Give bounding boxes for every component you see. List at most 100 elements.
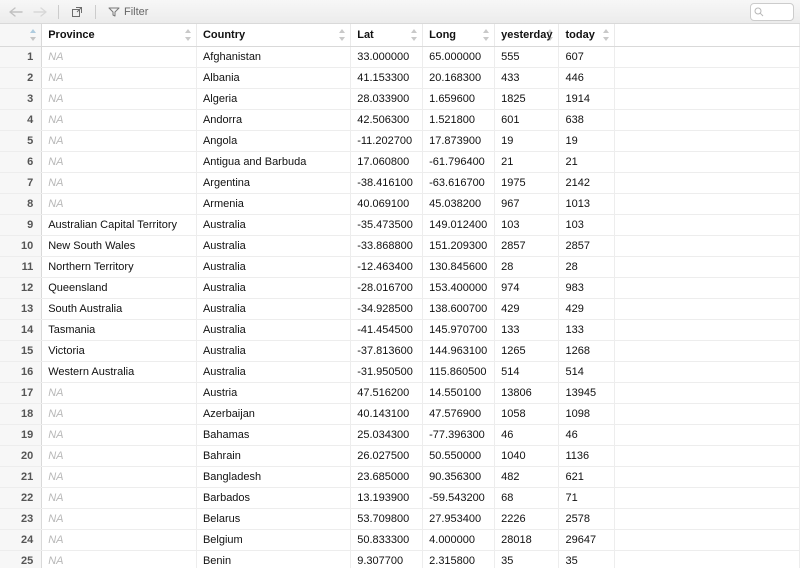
cell-yesterday: 68 xyxy=(495,487,559,508)
cell-long: 115.860500 xyxy=(423,361,495,382)
table-row[interactable]: 22NABarbados13.193900-59.5432006871 xyxy=(0,487,800,508)
search-input[interactable] xyxy=(750,3,794,21)
cell-yesterday: 1058 xyxy=(495,403,559,424)
table-row[interactable]: 8NAArmenia40.06910045.0382009671013 xyxy=(0,193,800,214)
sort-icon xyxy=(603,29,611,41)
cell-pad xyxy=(615,361,800,382)
cell-long: 47.576900 xyxy=(423,403,495,424)
cell-yesterday: 133 xyxy=(495,319,559,340)
col-header-lat[interactable]: Lat xyxy=(351,24,423,46)
cell-long: 144.963100 xyxy=(423,340,495,361)
table-row[interactable]: 12QueenslandAustralia-28.016700153.40000… xyxy=(0,277,800,298)
col-header-long[interactable]: Long xyxy=(423,24,495,46)
cell-pad xyxy=(615,214,800,235)
cell-province: NA xyxy=(42,193,197,214)
cell-today: 21 xyxy=(559,151,615,172)
table-row[interactable]: 11Northern TerritoryAustralia-12.4634001… xyxy=(0,256,800,277)
table-row[interactable]: 25NABenin9.3077002.3158003535 xyxy=(0,550,800,568)
cell-today: 446 xyxy=(559,67,615,88)
col-header-yesterday[interactable]: yesterday xyxy=(495,24,559,46)
cell-province: Australian Capital Territory xyxy=(42,214,197,235)
table-row[interactable]: 9Australian Capital TerritoryAustralia-3… xyxy=(0,214,800,235)
na-value: NA xyxy=(48,72,63,84)
na-value: NA xyxy=(48,177,63,189)
table-row[interactable]: 23NABelarus53.70980027.95340022262578 xyxy=(0,508,800,529)
cell-country: Andorra xyxy=(196,109,350,130)
table-row[interactable]: 15VictoriaAustralia-37.813600144.9631001… xyxy=(0,340,800,361)
data-grid[interactable]: Province Country Lat Long yesterday toda… xyxy=(0,24,800,568)
cell-province: NA xyxy=(42,130,197,151)
col-header-country[interactable]: Country xyxy=(196,24,350,46)
cell-pad xyxy=(615,487,800,508)
sort-icon xyxy=(339,29,347,41)
cell-country: Belgium xyxy=(196,529,350,550)
cell-long: 138.600700 xyxy=(423,298,495,319)
cell-lat: 40.069100 xyxy=(351,193,423,214)
cell-long: 149.012400 xyxy=(423,214,495,235)
table-row[interactable]: 1NAAfghanistan33.00000065.000000555607 xyxy=(0,46,800,67)
forward-button[interactable] xyxy=(30,3,50,21)
table-row[interactable]: 4NAAndorra42.5063001.521800601638 xyxy=(0,109,800,130)
col-header-today[interactable]: today xyxy=(559,24,615,46)
table-row[interactable]: 6NAAntigua and Barbuda17.060800-61.79640… xyxy=(0,151,800,172)
cell-yesterday: 103 xyxy=(495,214,559,235)
toolbar-separator xyxy=(58,5,59,19)
cell-country: Australia xyxy=(196,340,350,361)
cell-country: Barbados xyxy=(196,487,350,508)
table-row[interactable]: 21NABangladesh23.68500090.356300482621 xyxy=(0,466,800,487)
cell-lat: 17.060800 xyxy=(351,151,423,172)
table-row[interactable]: 3NAAlgeria28.0339001.65960018251914 xyxy=(0,88,800,109)
cell-today: 429 xyxy=(559,298,615,319)
table-row[interactable]: 20NABahrain26.02750050.55000010401136 xyxy=(0,445,800,466)
table-row[interactable]: 17NAAustria47.51620014.5501001380613945 xyxy=(0,382,800,403)
row-number: 8 xyxy=(0,193,42,214)
cell-pad xyxy=(615,46,800,67)
cell-pad xyxy=(615,529,800,550)
row-number: 16 xyxy=(0,361,42,382)
table-row[interactable]: 2NAAlbania41.15330020.168300433446 xyxy=(0,67,800,88)
table-row[interactable]: 7NAArgentina-38.416100-63.61670019752142 xyxy=(0,172,800,193)
col-header-rownum[interactable] xyxy=(0,24,42,46)
cell-long: 130.845600 xyxy=(423,256,495,277)
cell-yesterday: 46 xyxy=(495,424,559,445)
table-row[interactable]: 18NAAzerbaijan40.14310047.57690010581098 xyxy=(0,403,800,424)
row-number: 21 xyxy=(0,466,42,487)
row-number: 23 xyxy=(0,508,42,529)
table-row[interactable]: 16Western AustraliaAustralia-31.95050011… xyxy=(0,361,800,382)
cell-today: 514 xyxy=(559,361,615,382)
filter-button[interactable]: Filter xyxy=(104,6,152,18)
cell-yesterday: 21 xyxy=(495,151,559,172)
cell-yesterday: 429 xyxy=(495,298,559,319)
cell-pad xyxy=(615,445,800,466)
cell-country: Australia xyxy=(196,256,350,277)
cell-yesterday: 28 xyxy=(495,256,559,277)
cell-today: 103 xyxy=(559,214,615,235)
cell-pad xyxy=(615,508,800,529)
cell-long: 17.873900 xyxy=(423,130,495,151)
cell-yesterday: 482 xyxy=(495,466,559,487)
table-row[interactable]: 5NAAngola-11.20270017.8739001919 xyxy=(0,130,800,151)
cell-pad xyxy=(615,277,800,298)
na-value: NA xyxy=(48,114,63,126)
table-row[interactable]: 14TasmaniaAustralia-41.454500145.9707001… xyxy=(0,319,800,340)
cell-long: 145.970700 xyxy=(423,319,495,340)
table-row[interactable]: 10New South WalesAustralia-33.868800151.… xyxy=(0,235,800,256)
cell-lat: -38.416100 xyxy=(351,172,423,193)
table-row[interactable]: 24NABelgium50.8333004.0000002801829647 xyxy=(0,529,800,550)
table-row[interactable]: 19NABahamas25.034300-77.3963004646 xyxy=(0,424,800,445)
cell-lat: -12.463400 xyxy=(351,256,423,277)
table-row[interactable]: 13South AustraliaAustralia-34.928500138.… xyxy=(0,298,800,319)
row-number: 5 xyxy=(0,130,42,151)
col-header-province[interactable]: Province xyxy=(42,24,197,46)
col-label: yesterday xyxy=(501,29,552,41)
cell-province: NA xyxy=(42,445,197,466)
back-button[interactable] xyxy=(6,3,26,21)
cell-long: 2.315800 xyxy=(423,550,495,568)
row-number: 9 xyxy=(0,214,42,235)
na-value: NA xyxy=(48,408,63,420)
open-window-button[interactable] xyxy=(67,3,87,21)
col-header-pad xyxy=(615,24,800,46)
cell-province: Northern Territory xyxy=(42,256,197,277)
arrow-left-icon xyxy=(9,7,23,17)
cell-yesterday: 2226 xyxy=(495,508,559,529)
